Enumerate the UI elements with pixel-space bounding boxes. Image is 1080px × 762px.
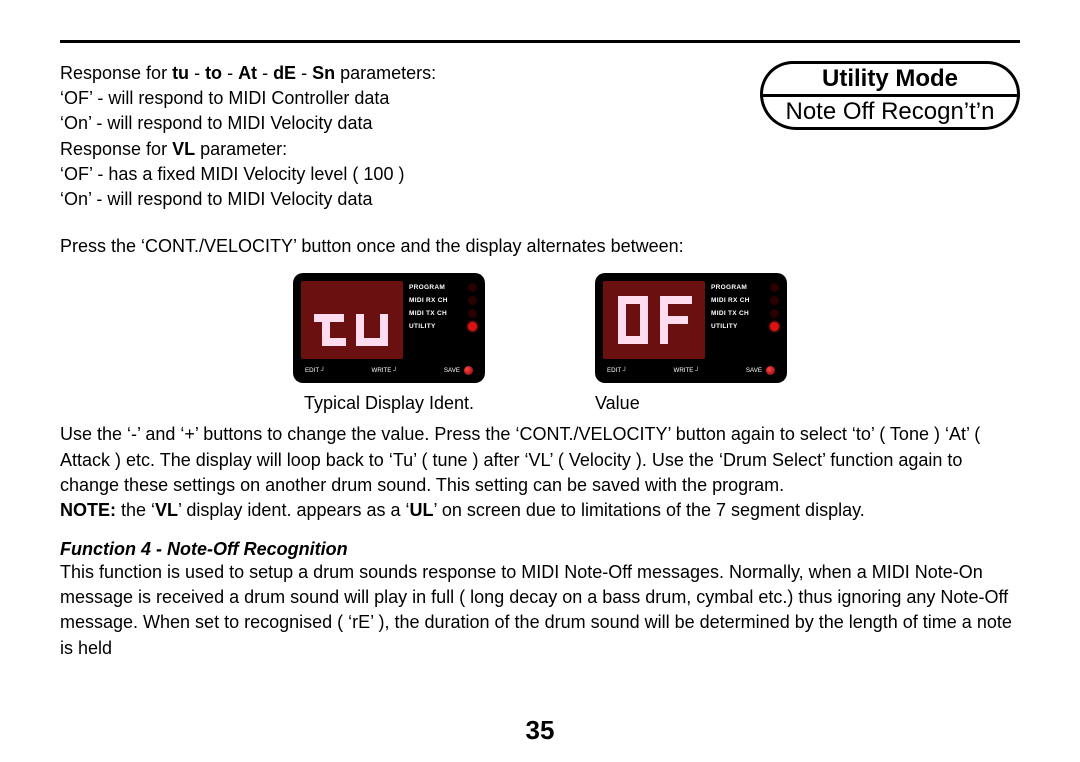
led-save-icon — [464, 366, 473, 375]
param-line-2: ‘OF’ - will respond to MIDI Controller d… — [60, 86, 736, 111]
param-line-6: ‘On’ - will respond to MIDI Velocity dat… — [60, 187, 736, 212]
t: VL — [155, 500, 178, 520]
caption-left: Typical Display Ident. — [304, 393, 474, 414]
led-save-icon — [766, 366, 775, 375]
displays-row: PROGRAM MIDI RX CH MIDI TX CH UTILITY ED… — [60, 273, 1020, 414]
device-bottom-labels: EDIT ┘ WRITE ┘ SAVE — [603, 366, 779, 375]
t: - — [222, 63, 238, 83]
t: ’ display ident. appears as a ‘ — [178, 500, 409, 520]
led-icon — [770, 309, 779, 318]
seven-seg-of-icon — [610, 288, 698, 352]
t: parameter: — [195, 139, 287, 159]
t: tu — [172, 63, 189, 83]
lbl: PROGRAM — [711, 285, 747, 292]
t: Response for — [60, 139, 172, 159]
lbl: WRITE ┘ — [371, 366, 397, 375]
t: parameters: — [335, 63, 436, 83]
lbl: PROGRAM — [409, 285, 445, 292]
device-display-value: PROGRAM MIDI RX CH MIDI TX CH UTILITY ED… — [595, 273, 787, 383]
led-on-icon — [468, 322, 477, 331]
led-icon — [468, 296, 477, 305]
lbl: EDIT ┘ — [305, 366, 325, 375]
function-4-body: This function is used to setup a drum so… — [60, 560, 1020, 661]
device-labels: PROGRAM MIDI RX CH MIDI TX CH UTILITY — [711, 281, 779, 360]
t: to — [205, 63, 222, 83]
lbl: MIDI RX CH — [409, 298, 448, 305]
lbl: UTILITY — [711, 324, 738, 331]
caption-right: Value — [595, 393, 640, 414]
param-line-4: Response for VL parameter: — [60, 137, 736, 162]
t: VL — [172, 139, 195, 159]
led-on-icon — [770, 322, 779, 331]
title-pill-top: Utility Mode — [760, 61, 1020, 94]
t: At — [238, 63, 257, 83]
display-right-col: PROGRAM MIDI RX CH MIDI TX CH UTILITY ED… — [595, 273, 787, 414]
device-labels: PROGRAM MIDI RX CH MIDI TX CH UTILITY — [409, 281, 477, 360]
display-left-col: PROGRAM MIDI RX CH MIDI TX CH UTILITY ED… — [293, 273, 485, 414]
param-line-1: Response for tu - to - At - dE - Sn para… — [60, 61, 736, 86]
t: Response for — [60, 63, 172, 83]
note-line: NOTE: the ‘VL’ display ident. appears as… — [60, 498, 1020, 523]
t: - — [189, 63, 205, 83]
t: - — [296, 63, 312, 83]
title-pill-bottom: Note Off Recogn’t’n — [760, 94, 1020, 130]
t: dE — [273, 63, 296, 83]
t: - — [257, 63, 273, 83]
device-display-ident: PROGRAM MIDI RX CH MIDI TX CH UTILITY ED… — [293, 273, 485, 383]
param-line-5: ‘OF’ - has a fixed MIDI Velocity level (… — [60, 162, 736, 187]
note-lead: NOTE: — [60, 500, 116, 520]
lbl: SAVE — [746, 367, 762, 374]
screen-right — [603, 281, 705, 359]
screen-left — [301, 281, 403, 359]
seven-seg-tu-icon — [308, 288, 396, 352]
lbl: WRITE ┘ — [673, 366, 699, 375]
led-icon — [468, 309, 477, 318]
top-row: Response for tu - to - At - dE - Sn para… — [60, 61, 1020, 212]
led-icon — [770, 283, 779, 292]
parameter-response-block: Response for tu - to - At - dE - Sn para… — [60, 61, 736, 212]
usage-paragraph: Use the ‘-’ and ‘+’ buttons to change th… — [60, 422, 1020, 498]
lbl: SAVE — [444, 367, 460, 374]
device-bottom-labels: EDIT ┘ WRITE ┘ SAVE — [301, 366, 477, 375]
lbl: MIDI TX CH — [711, 311, 749, 318]
t: Sn — [312, 63, 335, 83]
lbl: EDIT ┘ — [607, 366, 627, 375]
title-pill: Utility Mode Note Off Recogn’t’n — [760, 61, 1020, 130]
led-icon — [468, 283, 477, 292]
top-rule — [60, 40, 1020, 43]
press-instruction: Press the ‘CONT./VELOCITY’ button once a… — [60, 234, 1020, 259]
lbl: UTILITY — [409, 324, 436, 331]
page-number: 35 — [0, 715, 1080, 746]
led-icon — [770, 296, 779, 305]
t: UL — [410, 500, 434, 520]
t: ’ on screen due to limitations of the 7 … — [434, 500, 865, 520]
t: the ‘ — [116, 500, 155, 520]
function-4-heading: Function 4 - Note-Off Recognition — [60, 539, 1020, 560]
lbl: MIDI RX CH — [711, 298, 750, 305]
lbl: MIDI TX CH — [409, 311, 447, 318]
param-line-3: ‘On’ - will respond to MIDI Velocity dat… — [60, 111, 736, 136]
